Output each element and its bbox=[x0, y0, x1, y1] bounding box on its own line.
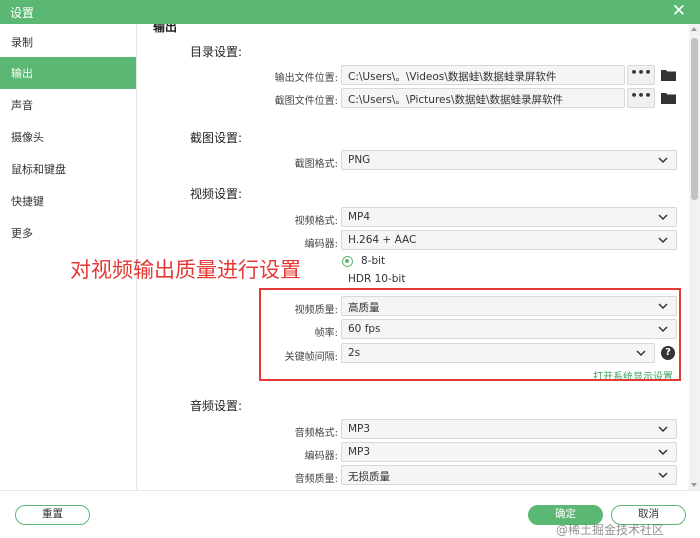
audio-quality-label: 音频质量: bbox=[294, 474, 338, 485]
video-encoder-select[interactable]: H.264 + AAC bbox=[341, 230, 677, 250]
video-format-value: MP4 bbox=[348, 211, 371, 223]
video-settings-title: 视频设置: bbox=[190, 187, 243, 201]
audio-encoder-value: MP3 bbox=[348, 446, 371, 458]
video-format-label: 视频格式: bbox=[294, 216, 338, 227]
bitdepth-8bit-radio[interactable] bbox=[342, 256, 353, 267]
audio-quality-value: 无损质量 bbox=[348, 471, 390, 483]
watermark: @稀土掘金技术社区 bbox=[556, 523, 665, 537]
audio-format-value: MP3 bbox=[348, 423, 371, 435]
screenshot-settings-title: 截图设置: bbox=[190, 131, 243, 145]
output-folder-icon[interactable] bbox=[661, 69, 676, 81]
sidebar-item-camera[interactable]: 摄像头 bbox=[0, 121, 136, 153]
output-browse-button[interactable]: ••• bbox=[627, 65, 655, 85]
chevron-down-icon bbox=[658, 157, 668, 164]
screenshot-location-label: 截图文件位置: bbox=[274, 96, 338, 107]
audio-settings-title: 音频设置: bbox=[190, 399, 243, 413]
content-scrollbar[interactable] bbox=[689, 24, 700, 490]
directory-settings-title: 目录设置: bbox=[190, 45, 243, 59]
video-format-select[interactable]: MP4 bbox=[341, 207, 677, 227]
screenshot-location-field[interactable]: C:\Users\。\Pictures\数据蛙\数据蛙录屏软件 bbox=[341, 88, 625, 108]
sidebar-item-more[interactable]: 更多 bbox=[0, 217, 136, 249]
screenshot-folder-icon[interactable] bbox=[661, 92, 676, 104]
screenshot-format-label: 截图格式: bbox=[294, 159, 338, 170]
screenshot-format-select[interactable]: PNG bbox=[341, 150, 677, 170]
video-encoder-value: H.264 + AAC bbox=[348, 234, 417, 246]
bitdepth-hdr-label[interactable]: HDR 10-bit bbox=[348, 273, 405, 285]
title-bar: 设置 ✕ bbox=[0, 0, 700, 24]
chevron-down-icon bbox=[658, 426, 668, 433]
section-heading-output: 输出 bbox=[153, 24, 178, 34]
screenshot-browse-button[interactable]: ••• bbox=[627, 88, 655, 108]
video-encoder-label: 编码器: bbox=[304, 239, 338, 250]
audio-quality-select[interactable]: 无损质量 bbox=[341, 465, 677, 485]
reset-button[interactable]: 重置 bbox=[15, 505, 90, 525]
scroll-up-icon[interactable] bbox=[691, 27, 697, 31]
output-location-field[interactable]: C:\Users\。\Videos\数据蛙\数据蛙录屏软件 bbox=[341, 65, 625, 85]
audio-format-select[interactable]: MP3 bbox=[341, 419, 677, 439]
chevron-down-icon bbox=[658, 214, 668, 221]
annotation-highlight-box bbox=[259, 288, 681, 381]
bitdepth-8bit-label: 8-bit bbox=[361, 255, 386, 267]
sidebar-item-record[interactable]: 录制 bbox=[0, 26, 136, 58]
audio-encoder-select[interactable]: MP3 bbox=[341, 442, 677, 462]
sidebar-item-output[interactable]: 输出 bbox=[0, 57, 136, 89]
sidebar-item-hotkeys[interactable]: 快捷键 bbox=[0, 185, 136, 217]
window-title: 设置 bbox=[10, 6, 35, 20]
output-location-label: 输出文件位置: bbox=[274, 73, 338, 84]
audio-encoder-label: 编码器: bbox=[304, 451, 338, 462]
close-icon[interactable]: ✕ bbox=[672, 1, 686, 21]
chevron-down-icon bbox=[658, 237, 668, 244]
chevron-down-icon bbox=[658, 449, 668, 456]
scrollbar-thumb[interactable] bbox=[691, 38, 698, 200]
chevron-down-icon bbox=[658, 472, 668, 479]
sidebar-item-sound[interactable]: 声音 bbox=[0, 89, 136, 121]
sidebar-item-mouse-keyboard[interactable]: 鼠标和键盘 bbox=[0, 153, 136, 185]
scroll-down-icon[interactable] bbox=[691, 483, 697, 487]
annotation-text: 对视频输出质量进行设置 bbox=[70, 258, 301, 282]
screenshot-format-value: PNG bbox=[348, 154, 371, 166]
audio-format-label: 音频格式: bbox=[294, 428, 338, 439]
